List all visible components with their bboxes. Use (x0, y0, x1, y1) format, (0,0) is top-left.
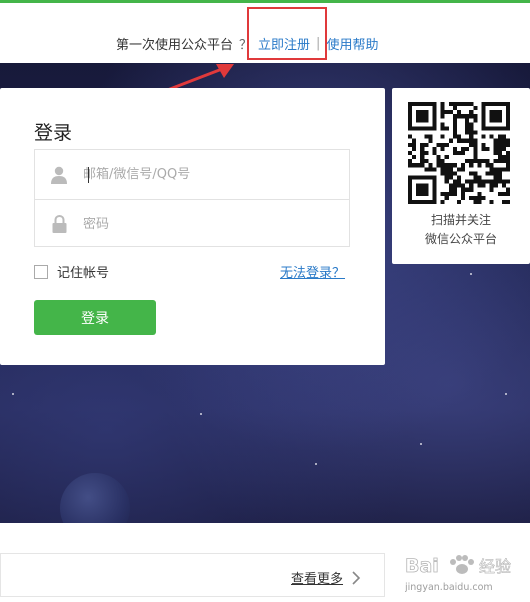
planet-graphic (60, 473, 130, 523)
remember-checkbox[interactable] (34, 264, 48, 279)
svg-text:Bai: Bai (405, 555, 439, 577)
remember-account[interactable]: 记住帐号 (34, 262, 109, 281)
qr-caption: 扫描并关注 微信公众平台 (392, 211, 530, 249)
baidu-watermark: Bai 经验 jingyan.baidu.com (404, 548, 525, 596)
username-input[interactable] (83, 167, 333, 182)
svg-text:jingyan.baidu.com: jingyan.baidu.com (405, 582, 493, 593)
first-use-text: 第一次使用公众平台 (116, 38, 234, 53)
lock-icon (35, 200, 83, 249)
login-button[interactable]: 登录 (34, 300, 156, 335)
see-more-link[interactable]: 查看更多 (291, 568, 361, 587)
username-row (35, 150, 349, 199)
qr-caption-line1: 扫描并关注 (430, 213, 491, 227)
help-link[interactable]: 使用帮助 (326, 34, 378, 53)
forgot-login-link[interactable]: 无法登录？ (280, 262, 345, 281)
baidu-paw-icon: Bai 经验 jingyan.baidu.com (404, 555, 511, 593)
qr-caption-line2: 微信公众平台 (424, 232, 497, 246)
login-title: 登录 (34, 122, 73, 144)
see-more-label: 查看更多 (291, 572, 344, 587)
chevron-right-icon (352, 570, 361, 585)
highlight-box (247, 7, 327, 60)
user-icon (35, 150, 83, 199)
password-input[interactable] (83, 216, 333, 232)
qr-code-icon (408, 102, 510, 204)
login-card: 登录 记住帐号 无法登录？ 登录 (0, 88, 385, 365)
svg-text:经验: 经验 (479, 557, 511, 576)
login-input-group (34, 149, 350, 247)
remember-label: 记住帐号 (57, 266, 110, 281)
qr-card: 扫描并关注 微信公众平台 (392, 88, 530, 264)
text-caret (88, 167, 89, 183)
bottom-strip: 查看更多 (0, 553, 385, 597)
password-row (35, 199, 349, 248)
